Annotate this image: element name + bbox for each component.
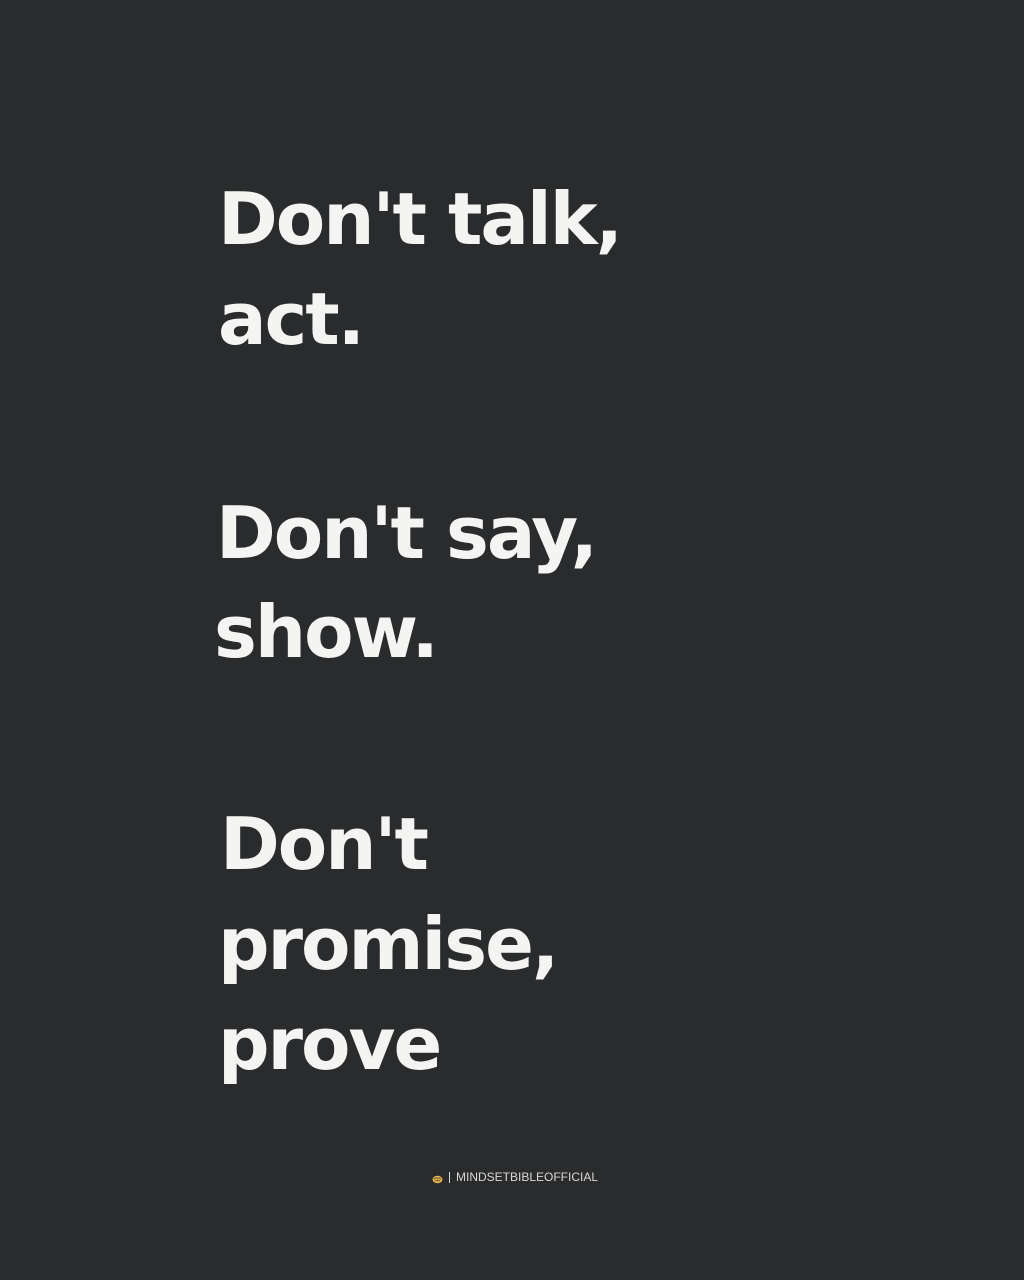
watermark-credit: MINDSETBIBLEOFFICIAL bbox=[432, 1170, 598, 1184]
quote-line-7: prove bbox=[218, 1002, 442, 1086]
quote-card: Don't talk, act. Don't say, show. Don't … bbox=[0, 0, 1024, 1280]
separator bbox=[449, 1171, 450, 1183]
quote-line-6: promise, bbox=[218, 902, 559, 986]
quote-line-3: Don't say, bbox=[216, 491, 598, 575]
account-handle: MINDSETBIBLEOFFICIAL bbox=[456, 1170, 599, 1184]
brain-logo-icon bbox=[432, 1173, 443, 1183]
quote-line-2: act. bbox=[218, 277, 365, 361]
quote-line-1: Don't talk, bbox=[218, 177, 623, 261]
quote-line-5: Don't bbox=[220, 802, 429, 886]
quote-line-4: show. bbox=[214, 590, 439, 674]
